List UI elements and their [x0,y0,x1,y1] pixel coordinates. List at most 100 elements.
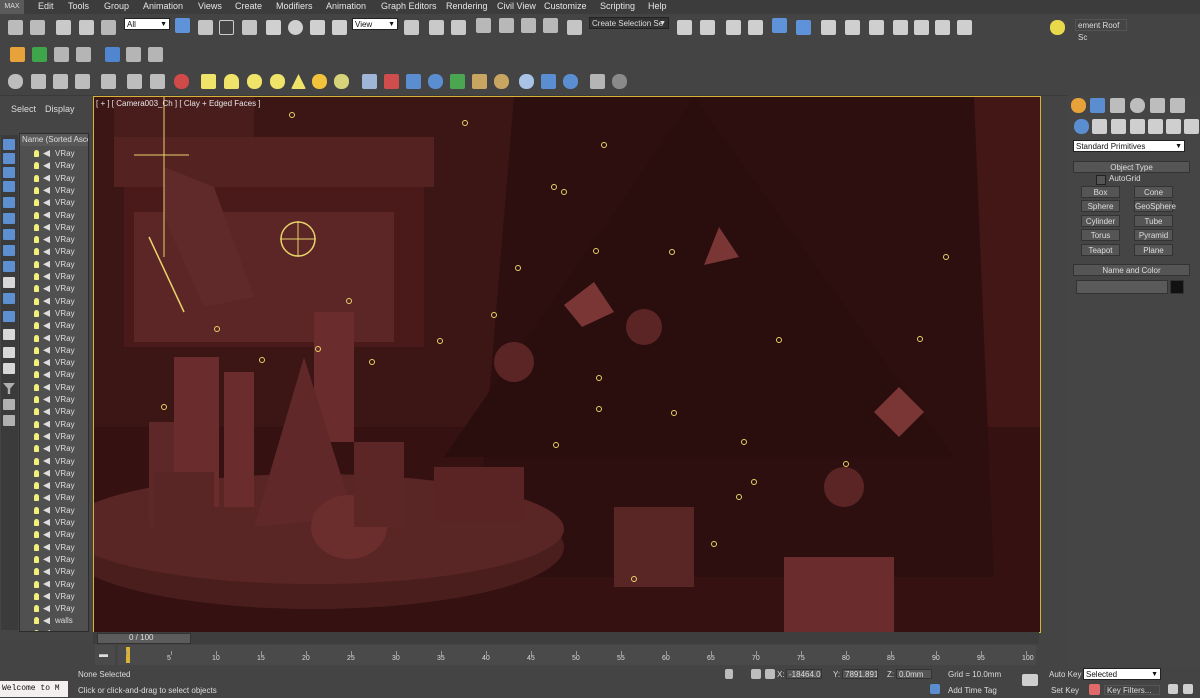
place-icon[interactable] [332,20,347,35]
list-item[interactable]: VRay [20,345,88,357]
light-bulb-icon[interactable] [34,383,39,391]
forest-pack-icon[interactable] [10,47,25,62]
cone-button[interactable]: Cone [1134,186,1173,198]
list-item[interactable]: VRay [20,369,88,381]
named-scene-field[interactable]: ement Roof Sc [1075,19,1127,42]
display-tab-icon[interactable] [1150,98,1165,113]
rect-selection-icon[interactable] [219,20,234,35]
display-xrefs-icon[interactable] [3,245,15,256]
render-toggle-icon[interactable] [43,248,50,256]
render-toggle-icon[interactable] [43,162,50,170]
shapes-icon[interactable] [1092,119,1107,134]
render-toggle-icon[interactable] [43,469,50,477]
list-item[interactable]: VRay [20,566,88,578]
display-hidden-icon[interactable] [3,311,15,322]
render-toggle-icon[interactable] [43,236,50,244]
list-item[interactable]: VRay [20,419,88,431]
category-dropdown[interactable]: Standard Primitives ▼ [1073,140,1185,152]
render-toggle-icon[interactable] [43,629,50,631]
display-none-icon[interactable] [3,347,15,358]
render-toggle-icon[interactable] [43,260,50,268]
railclone-icon[interactable] [105,47,120,62]
track-bar-toggle[interactable]: ▬ [95,645,115,665]
undo-icon[interactable] [8,20,23,35]
render-toggle-icon[interactable] [43,383,50,391]
list-item[interactable]: VRay [20,529,88,541]
invert-display-icon[interactable] [3,363,15,374]
list-item[interactable]: VRay [20,591,88,603]
menu-group[interactable]: Group [104,1,129,11]
light-bulb-icon[interactable] [34,592,39,600]
render-toggle-icon[interactable] [43,346,50,354]
edit-named-selection-icon[interactable] [567,20,582,35]
pyramid-button[interactable]: Pyramid [1134,229,1173,241]
curve-editor-icon[interactable] [772,18,787,33]
link-icon[interactable] [56,20,71,35]
rendered-frame-window-icon[interactable] [869,20,884,35]
light-bulb-icon[interactable] [34,420,39,428]
render-toggle-icon[interactable] [43,297,50,305]
list-item[interactable]: VRay [20,579,88,591]
render-toggle-icon[interactable] [43,555,50,563]
light-bulb-icon[interactable] [34,359,39,367]
key-mode-dropdown[interactable]: Selected ▼ [1083,668,1161,680]
menu-create[interactable]: Create [235,1,262,11]
list-item[interactable]: VRay [20,357,88,369]
menu-scripting[interactable]: Scripting [600,1,635,11]
light-bulb-icon[interactable] [34,297,39,305]
isolate-selection-icon[interactable] [725,669,733,679]
snaps-toggle-icon[interactable] [476,18,491,33]
helpers-icon[interactable] [1148,119,1163,134]
object-color-swatch[interactable] [1170,280,1184,294]
render-toggle-icon[interactable] [43,186,50,194]
list-item[interactable]: xmas [20,628,88,631]
move-icon[interactable] [266,20,281,35]
vray-record-icon[interactable] [174,74,189,89]
render-toggle-icon[interactable] [43,506,50,514]
list-item[interactable]: VRay [20,542,88,554]
hierarchy-tab-icon[interactable] [1110,98,1125,113]
list-item[interactable]: VRay [20,456,88,468]
unlink-icon[interactable] [79,20,94,35]
render-toggle-icon[interactable] [43,150,50,157]
light-bulb-icon[interactable] [34,629,39,631]
bind-spacewarp-icon[interactable] [101,20,116,35]
render-production-icon[interactable] [893,20,908,35]
light-bulb-icon[interactable] [34,199,39,207]
selection-lock-icon[interactable] [751,669,761,679]
vray-vrscene-icon[interactable] [563,74,578,89]
menu-animation-2[interactable]: Animation [326,1,366,11]
light-bulb-icon[interactable] [34,211,39,219]
render-toggle-icon[interactable] [43,273,50,280]
light-bulb-icon[interactable] [34,469,39,477]
list-item[interactable]: VRay [20,394,88,406]
display-groups-icon[interactable] [3,229,15,240]
time-tag-icon[interactable] [930,684,940,694]
render-toggle-icon[interactable] [43,568,50,576]
plane-button[interactable]: Plane [1134,244,1173,256]
track-bar[interactable]: 5 10 15 20 25 30 35 40 45 50 55 60 65 70 75 80 85 90 95 100 [118,645,1036,665]
default-in-out-tangent-icon[interactable] [1089,684,1100,695]
vray-scene-converter-icon[interactable] [519,74,534,89]
list-icon[interactable] [76,47,91,62]
geosphere-button[interactable]: GeoSphere [1134,200,1176,212]
list-item[interactable]: VRay [20,333,88,345]
render-toggle-icon[interactable] [43,420,50,428]
rotate-icon[interactable] [288,20,303,35]
object-name-input[interactable] [1076,280,1168,294]
vray-render-icon[interactable] [75,74,90,89]
light-bulb-icon[interactable] [34,531,39,539]
render-iterative-icon[interactable] [914,20,929,35]
list-item[interactable]: VRay [20,222,88,234]
light-bulb-icon[interactable] [34,580,39,588]
light-bulb-icon[interactable] [34,371,39,379]
menu-customize[interactable]: Customize [544,1,587,11]
light-bulb-icon[interactable] [34,396,39,403]
render-toggle-icon[interactable] [43,408,50,416]
object-type-rollout[interactable]: Object Type [1073,161,1190,173]
list-item[interactable]: VRay [20,320,88,332]
viewport-label[interactable]: [ + ] [ Camera003_Ch ] [ Clay + Edged Fa… [96,99,261,108]
name-and-color-rollout[interactable]: Name and Color [1073,264,1190,276]
frame-buffer-icon[interactable] [31,74,46,89]
angle-snap-icon[interactable] [499,18,514,33]
